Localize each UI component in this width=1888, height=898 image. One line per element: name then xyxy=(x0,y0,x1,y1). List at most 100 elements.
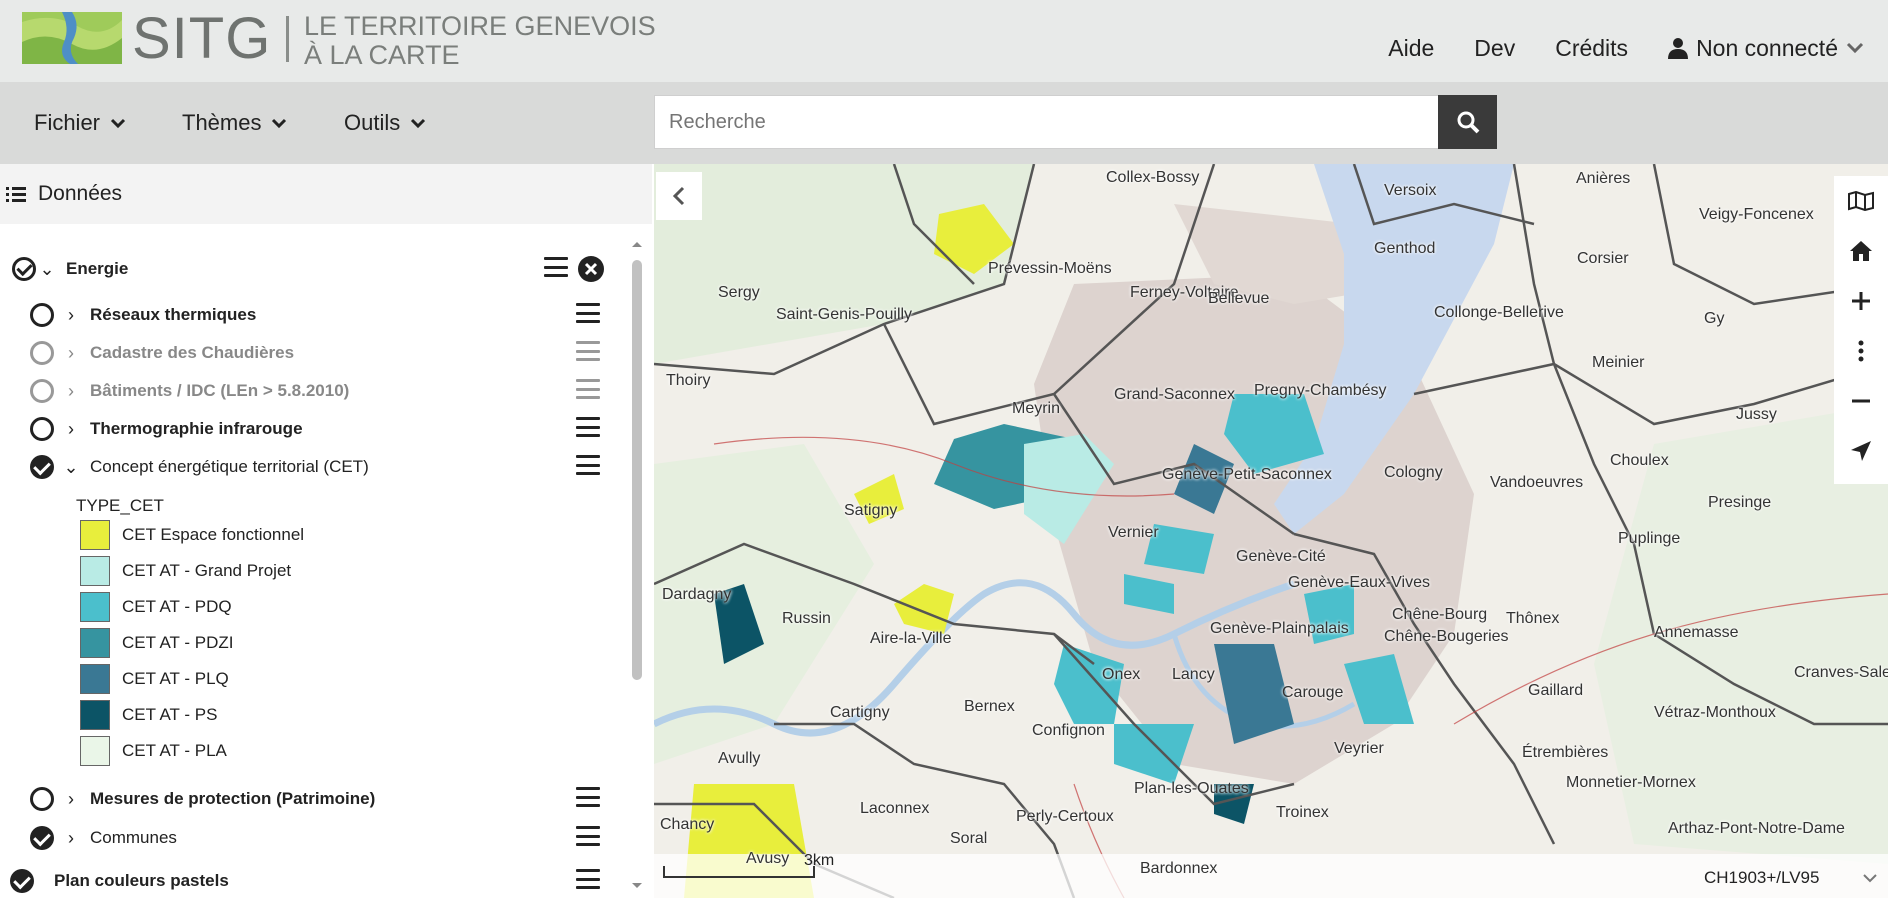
place-label: Presinge xyxy=(1708,494,1772,511)
base-layer-row[interactable]: Plan couleurs pastels xyxy=(10,864,600,898)
home-button[interactable] xyxy=(1834,226,1888,276)
legend-item: CET AT - PDZI xyxy=(80,626,233,660)
place-label: Corsier xyxy=(1577,250,1629,267)
layer-menu-icon[interactable] xyxy=(576,826,600,846)
place-label: Étrembières xyxy=(1522,744,1609,761)
layer-row[interactable]: › Thermographie infrarouge xyxy=(30,412,600,446)
more-options-button[interactable] xyxy=(1834,326,1888,376)
tagline: LE TERRITOIRE GENEVOIS À LA CARTE xyxy=(304,12,656,70)
group-label: Energie xyxy=(66,259,129,278)
group-menu-icon[interactable] xyxy=(544,257,568,277)
dev-link[interactable]: Dev xyxy=(1474,35,1515,62)
legend-item: CET AT - Grand Projet xyxy=(80,554,291,588)
place-label: Chêne-Bougeries xyxy=(1384,628,1509,645)
layer-toggle[interactable] xyxy=(30,379,54,403)
search-button[interactable] xyxy=(1438,95,1497,149)
layer-toggle[interactable] xyxy=(30,455,54,479)
group-toggle[interactable] xyxy=(12,257,36,281)
place-label: Onex xyxy=(1102,666,1141,683)
search-input[interactable] xyxy=(655,96,1438,148)
menu-file-label: Fichier xyxy=(34,110,101,135)
layer-toggle[interactable] xyxy=(30,303,54,327)
chevron-right-icon[interactable]: › xyxy=(60,419,82,440)
layer-toggle[interactable] xyxy=(30,826,54,850)
user-menu[interactable]: Non connecté xyxy=(1668,35,1864,62)
layer-row[interactable]: › Bâtiments / IDC (LEn > 5.8.2010) xyxy=(30,374,600,408)
legend-swatch xyxy=(80,736,110,766)
sitg-logo xyxy=(22,12,122,64)
projection-selector[interactable]: CH1903+/LV95 xyxy=(1704,868,1878,888)
chevron-right-icon[interactable]: › xyxy=(60,305,82,326)
place-label: Cartigny xyxy=(830,704,890,721)
place-label: Satigny xyxy=(844,502,898,519)
scroll-up-icon[interactable] xyxy=(631,240,643,248)
place-label: Dardagny xyxy=(662,586,732,603)
chevron-down-icon[interactable]: ⌄ xyxy=(60,457,82,478)
chevron-down-icon xyxy=(1846,42,1864,54)
place-label: Versoix xyxy=(1384,182,1437,199)
layer-menu-icon[interactable] xyxy=(576,303,600,323)
layer-row[interactable]: › Communes xyxy=(30,821,600,855)
base-layer-toggle[interactable] xyxy=(10,869,34,893)
place-label: Collex-Bossy xyxy=(1106,169,1200,186)
menu-file[interactable]: Fichier xyxy=(34,110,126,136)
chevron-right-icon[interactable]: › xyxy=(60,789,82,810)
map-view[interactable]: Collex-Bossy Versoix Anières Veigy-Fonce… xyxy=(654,164,1888,898)
place-label: Plan-les-Ouates xyxy=(1134,780,1249,797)
zoom-out-button[interactable] xyxy=(1834,376,1888,426)
base-layer-label: Plan couleurs pastels xyxy=(54,871,229,890)
layer-menu-icon[interactable] xyxy=(576,869,600,889)
zoom-in-button[interactable] xyxy=(1834,276,1888,326)
chevron-down-icon xyxy=(272,118,287,129)
layer-row[interactable]: › Mesures de protection (Patrimoine) xyxy=(30,782,600,816)
scroll-down-icon[interactable] xyxy=(631,882,643,890)
panel-scrollbar[interactable] xyxy=(630,240,644,890)
credits-link[interactable]: Crédits xyxy=(1555,35,1628,62)
layer-toggle[interactable] xyxy=(30,787,54,811)
menu-themes[interactable]: Thèmes xyxy=(182,110,287,136)
collapse-panel-button[interactable] xyxy=(656,172,702,220)
chevron-right-icon[interactable]: › xyxy=(60,828,82,849)
chevron-down-icon[interactable]: ⌄ xyxy=(36,259,58,280)
close-icon[interactable] xyxy=(578,256,604,282)
chevron-right-icon[interactable]: › xyxy=(60,343,82,364)
basemap-button[interactable] xyxy=(1834,176,1888,226)
scrollbar-thumb[interactable] xyxy=(632,260,642,680)
layer-row[interactable]: › Réseaux thermiques xyxy=(30,298,600,332)
legend-label: CET AT - PLQ xyxy=(122,669,229,688)
top-header: SITG LE TERRITOIRE GENEVOIS À LA CARTE A… xyxy=(0,0,1888,82)
place-label: Saint-Genis-Pouilly xyxy=(776,306,913,323)
layer-row-active[interactable]: ⌄ Concept énergétique territorial (CET) xyxy=(30,450,600,484)
layer-label: Cadastre des Chaudières xyxy=(90,343,295,362)
menu-tools[interactable]: Outils xyxy=(344,110,426,136)
place-label: Bellevue xyxy=(1208,290,1270,307)
list-icon xyxy=(6,187,26,202)
place-label: Thônex xyxy=(1506,610,1560,627)
help-link[interactable]: Aide xyxy=(1388,35,1434,62)
place-label: Vernier xyxy=(1108,524,1159,541)
layer-menu-icon[interactable] xyxy=(576,417,600,437)
layer-toggle[interactable] xyxy=(30,341,54,365)
menu-tools-label: Outils xyxy=(344,110,401,135)
legend-label: CET AT - PDQ xyxy=(122,597,232,616)
place-label: Thoiry xyxy=(666,372,711,389)
legend-swatch xyxy=(80,628,110,658)
layer-menu-icon[interactable] xyxy=(576,787,600,807)
place-label: Confignon xyxy=(1032,722,1105,739)
layer-row[interactable]: › Cadastre des Chaudières xyxy=(30,336,600,370)
layer-menu-icon[interactable] xyxy=(576,379,600,399)
scale-bar: 3km xyxy=(662,852,834,886)
layer-toggle[interactable] xyxy=(30,417,54,441)
place-label: Puplinge xyxy=(1618,530,1681,547)
map-toolbar xyxy=(1834,176,1888,484)
chevron-right-icon[interactable]: › xyxy=(60,381,82,402)
locate-button[interactable] xyxy=(1834,426,1888,476)
place-label: Aire-la-Ville xyxy=(870,630,952,647)
layer-menu-icon[interactable] xyxy=(576,455,600,475)
search-box xyxy=(654,95,1439,149)
legend-swatch xyxy=(80,520,110,550)
place-label: Soral xyxy=(950,830,988,847)
legend-label: CET AT - PDZI xyxy=(122,633,234,652)
layer-menu-icon[interactable] xyxy=(576,341,600,361)
place-label: Bernex xyxy=(964,698,1015,715)
